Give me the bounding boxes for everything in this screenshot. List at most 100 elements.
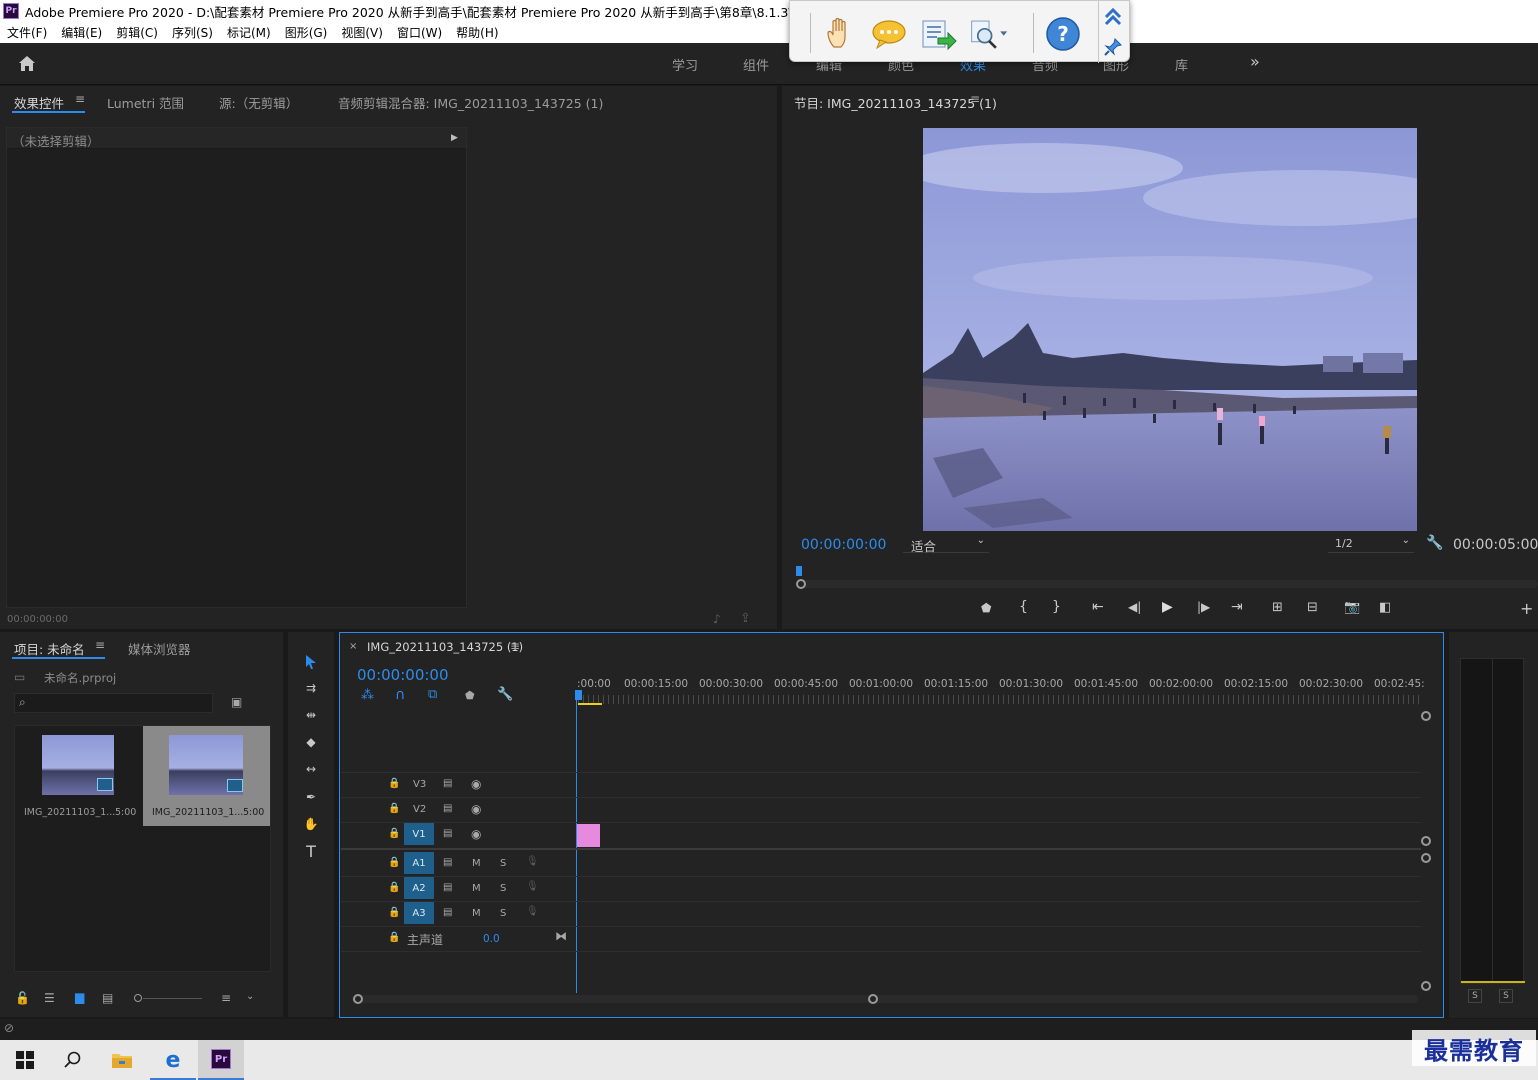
tab-media-browser[interactable]: 媒体浏览器 xyxy=(128,639,191,658)
sync-lock-icon[interactable]: ▤ xyxy=(443,907,452,918)
track-select-tool-icon[interactable]: ⇉ xyxy=(299,677,323,699)
audio-loop-icon[interactable]: ♪ xyxy=(713,612,721,626)
new-bin-icon[interactable]: ▣ xyxy=(231,695,242,709)
add-marker-icon[interactable]: ⬟ xyxy=(465,689,475,702)
mute-button[interactable]: M xyxy=(472,858,481,869)
wrench-icon[interactable]: 🔧 xyxy=(1426,535,1443,551)
lock-icon[interactable]: 🔒 xyxy=(388,882,400,893)
program-current-timecode[interactable]: 00:00:00:00 xyxy=(801,537,886,553)
export-document-icon[interactable] xyxy=(920,15,958,53)
windows-start-icon[interactable] xyxy=(2,1040,48,1080)
solo-button[interactable]: S xyxy=(500,883,506,894)
solo-left-button[interactable]: S xyxy=(1468,989,1482,1003)
go-to-end-icon[interactable]: ⧓ xyxy=(555,929,567,943)
lift-icon[interactable]: ⊞ xyxy=(1272,600,1283,615)
camera-icon[interactable]: 📷 xyxy=(1344,600,1360,615)
eye-icon[interactable]: ◉ xyxy=(471,777,481,791)
scroll-handle-left[interactable] xyxy=(796,579,806,589)
mark-in-icon[interactable]: { xyxy=(1019,599,1028,615)
snap-magnet-icon[interactable]: ∩ xyxy=(395,687,405,703)
list-view-icon[interactable]: ☰ xyxy=(44,991,55,1005)
lock-icon[interactable]: 🔒 xyxy=(388,932,400,943)
program-zoom-scrollbar[interactable] xyxy=(797,580,1538,588)
lock-icon[interactable]: 🔓 xyxy=(15,991,30,1005)
list-item[interactable]: IMG_20211103_1... 5:00 xyxy=(15,726,142,826)
menu-edit[interactable]: 编辑(E) xyxy=(61,24,102,41)
sort-icon[interactable]: ≡ xyxy=(221,991,231,1005)
playhead-handle[interactable] xyxy=(575,690,582,700)
menu-clip[interactable]: 剪辑(C) xyxy=(116,24,158,41)
linked-selection-icon[interactable]: ⧉ xyxy=(428,687,437,702)
file-explorer-icon[interactable] xyxy=(99,1040,145,1080)
sync-lock-icon[interactable]: ▤ xyxy=(443,778,452,789)
track-master[interactable]: 🔒 主声道 0.0 ⧓ xyxy=(341,927,576,951)
type-tool-icon[interactable]: T xyxy=(299,840,323,862)
timeline-menu-icon[interactable]: ≡ xyxy=(510,639,520,653)
tab-audio-clip-mixer[interactable]: 音频剪辑混合器: IMG_20211103_143725 (1) xyxy=(338,93,603,112)
lock-icon[interactable]: 🔒 xyxy=(388,803,400,814)
lock-icon[interactable]: 🔒 xyxy=(388,907,400,918)
pin-icon[interactable] xyxy=(1103,37,1123,60)
microphone-icon[interactable]: 🎙 xyxy=(526,856,539,867)
menu-help[interactable]: 帮助(H) xyxy=(456,24,498,41)
master-volume-value[interactable]: 0.0 xyxy=(483,933,500,945)
hand-tool-icon[interactable]: ✋ xyxy=(299,813,323,835)
workspace-tab-assembly[interactable]: 组件 xyxy=(743,55,769,74)
track-a3[interactable]: 🔒 A3 ▤ M S 🎙 xyxy=(341,902,576,926)
program-time-ruler[interactable] xyxy=(796,566,1538,580)
menu-file[interactable]: 文件(F) xyxy=(7,24,47,41)
resolution-dropdown[interactable]: 1/2 ⌄ xyxy=(1328,535,1414,553)
pen-tool-icon[interactable]: ✒ xyxy=(299,786,323,808)
project-search-input[interactable]: ⌕ xyxy=(14,693,213,713)
more-workspaces-icon[interactable]: » xyxy=(1250,52,1260,71)
tab-effect-controls[interactable]: 效果控件 xyxy=(14,93,64,112)
hand-icon[interactable] xyxy=(820,15,858,53)
menu-view[interactable]: 视图(V) xyxy=(341,24,383,41)
compare-view-icon[interactable]: ◧ xyxy=(1379,600,1391,615)
nest-icon[interactable]: ⁂ xyxy=(361,688,374,703)
microphone-icon[interactable]: 🎙 xyxy=(526,906,539,917)
extract-icon[interactable]: ⊟ xyxy=(1307,600,1318,615)
mute-button[interactable]: M xyxy=(472,908,481,919)
menu-marker[interactable]: 标记(M) xyxy=(227,24,271,41)
fit-dropdown[interactable]: 适合 ⌄ xyxy=(903,535,989,554)
track-v2[interactable]: 🔒 V2 ▤ ◉ xyxy=(341,798,576,822)
video-clip[interactable] xyxy=(577,824,600,847)
vscroll-handle[interactable] xyxy=(1421,711,1431,721)
timeline-sequence-tab[interactable]: IMG_20211103_143725 (1) xyxy=(367,640,523,654)
selection-tool-icon[interactable] xyxy=(299,651,323,673)
collapse-up-icon[interactable] xyxy=(1103,7,1123,30)
workspace-tab-learn[interactable]: 学习 xyxy=(672,55,698,74)
vscroll-handle[interactable] xyxy=(1421,981,1431,991)
list-item[interactable]: IMG_20211103_1... 5:00 xyxy=(143,726,270,826)
timeline-hscrollbar[interactable] xyxy=(352,995,1418,1003)
menu-graphics[interactable]: 图形(G) xyxy=(285,24,328,41)
button-editor-icon[interactable]: + xyxy=(1520,599,1533,618)
export-frame-icon[interactable]: ⇪ xyxy=(740,611,751,626)
icon-view-icon[interactable]: ▆ xyxy=(75,990,84,1004)
premiere-taskbar-icon[interactable]: Pr xyxy=(198,1040,244,1080)
menu-sequence[interactable]: 序列(S) xyxy=(172,24,213,41)
lock-icon[interactable]: 🔒 xyxy=(388,778,400,789)
tab-source[interactable]: 源:（无剪辑） xyxy=(219,93,298,112)
timeline-ruler[interactable] xyxy=(578,695,1421,704)
solo-right-button[interactable]: S xyxy=(1499,989,1513,1003)
vscroll-handle[interactable] xyxy=(1421,836,1431,846)
menu-window[interactable]: 窗口(W) xyxy=(397,24,442,41)
sync-lock-icon[interactable]: ▤ xyxy=(443,882,452,893)
solo-button[interactable]: S xyxy=(500,908,506,919)
source-patch-a3[interactable]: A3 xyxy=(404,902,434,924)
freeform-view-icon[interactable]: ▤ xyxy=(102,991,113,1005)
work-area-bar[interactable] xyxy=(578,703,602,705)
edge-browser-icon[interactable]: e xyxy=(150,1040,196,1080)
microphone-icon[interactable]: 🎙 xyxy=(526,881,539,892)
eye-icon[interactable]: ◉ xyxy=(471,827,481,841)
ripple-edit-tool-icon[interactable]: ⇹ xyxy=(299,704,323,726)
solo-button[interactable]: S xyxy=(500,858,506,869)
home-icon[interactable] xyxy=(18,55,36,75)
mark-out-icon[interactable]: } xyxy=(1052,599,1061,615)
workspace-tab-libraries[interactable]: 库 xyxy=(1175,55,1188,74)
close-icon[interactable]: × xyxy=(349,641,357,652)
vscroll-handle[interactable] xyxy=(1421,853,1431,863)
zoom-slider[interactable] xyxy=(134,994,202,1002)
